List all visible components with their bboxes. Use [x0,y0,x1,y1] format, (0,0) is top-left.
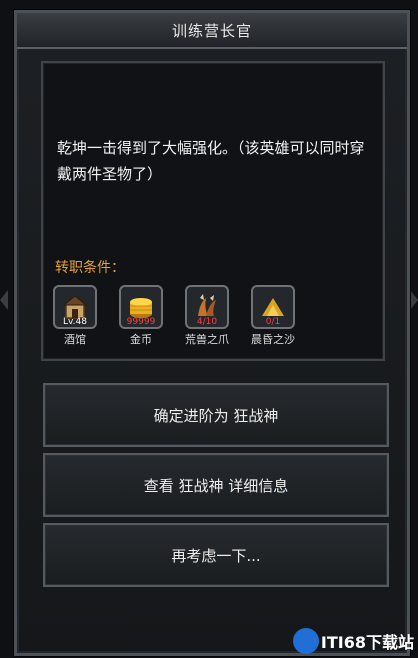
requirement-list: Lv.48 酒馆 99999 金币 4/10 荒兽之爪 0/1 晨昏之沙 [53,285,295,347]
training-dialog: 训练营长官 乾坤一击得到了大幅强化。（该英雄可以同时穿戴两件圣物了） 转职条件：… [14,10,410,656]
info-panel: 乾坤一击得到了大幅强化。（该英雄可以同时穿戴两件圣物了） 转职条件： Lv.48… [41,61,385,361]
confirm-advance-button[interactable]: 确定进阶为 狂战神 [43,383,389,447]
skill-description: 乾坤一击得到了大幅强化。（该英雄可以同时穿戴两件圣物了） [57,139,365,183]
gold-coins-icon: 99999 [119,285,163,329]
watermark-text: ITI68下载站 [320,633,414,652]
view-details-button[interactable]: 查看 狂战神 详细信息 [43,453,389,517]
reconsider-button[interactable]: 再考虑一下... [43,523,389,587]
dialog-title: 训练营长官 [171,21,252,40]
condition-label: 转职条件： [55,260,125,276]
requirement-label: 金币 [130,333,152,346]
watermark-logo-icon [292,628,319,654]
requirement-badge: 4/10 [196,317,218,327]
requirement-item[interactable]: 0/1 晨昏之沙 [251,285,295,347]
tavern-icon: Lv.48 [53,285,97,329]
requirement-badge: 99999 [126,317,156,327]
requirement-item[interactable]: 4/10 荒兽之爪 [185,285,229,347]
requirement-badge: 0/1 [265,317,281,327]
requirement-label: 晨昏之沙 [251,333,295,346]
requirement-item[interactable]: Lv.48 酒馆 [53,285,97,347]
requirement-item[interactable]: 99999 金币 [119,285,163,347]
requirement-label: 酒馆 [64,333,86,346]
right-arrow-icon[interactable] [410,290,418,310]
left-arrow-icon[interactable] [0,290,8,310]
requirement-badge: Lv.48 [63,317,87,327]
beast-claw-icon: 4/10 [185,285,229,329]
dialog-title-bar: 训练营长官 [17,13,407,49]
requirement-label: 荒兽之爪 [185,333,229,346]
site-watermark: ITI68下载站 [292,628,414,654]
dusk-sand-icon: 0/1 [251,285,295,329]
